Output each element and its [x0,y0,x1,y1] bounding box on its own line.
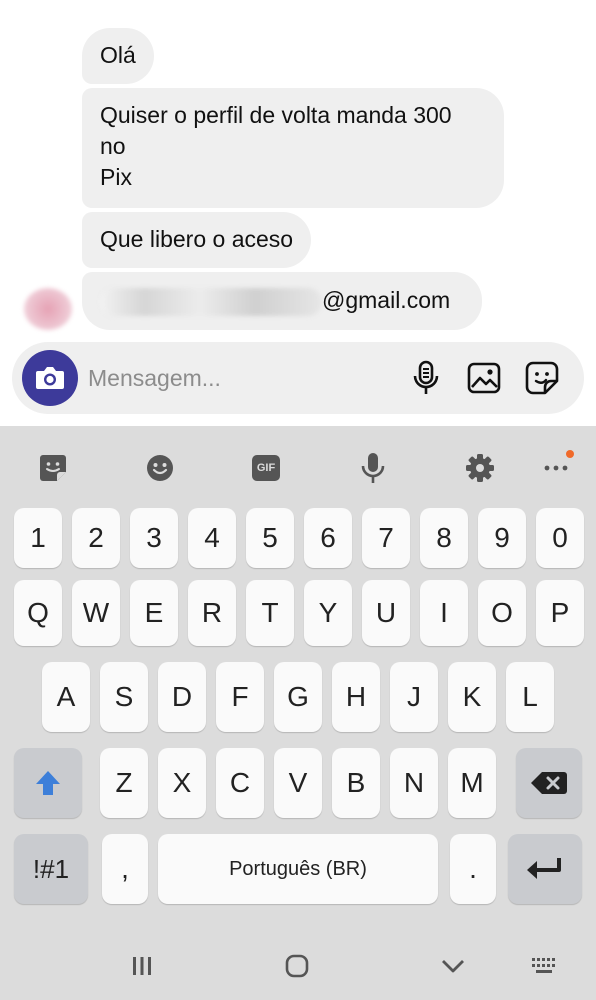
message-bubble[interactable]: Olá [82,28,154,84]
keyboard-settings-button[interactable] [460,448,500,488]
keyboard-more-button[interactable] [536,448,576,488]
message-input[interactable] [88,356,388,400]
keyboard-switch-button[interactable] [520,946,570,986]
key-l[interactable]: L [506,662,554,732]
home-button[interactable] [272,946,322,986]
recents-icon [133,957,151,975]
gear-icon [466,454,494,482]
sticker-button[interactable] [522,358,562,398]
key-1[interactable]: 1 [14,508,62,568]
key-4[interactable]: 4 [188,508,236,568]
key-i[interactable]: I [420,580,468,646]
key-r[interactable]: R [188,580,236,646]
key-a[interactable]: A [42,662,90,732]
hide-keyboard-button[interactable] [428,946,478,986]
key-h[interactable]: H [332,662,380,732]
key-m[interactable]: M [448,748,496,818]
enter-key[interactable] [508,834,582,904]
enter-arrow-icon [527,858,561,879]
key-v[interactable]: V [274,748,322,818]
camera-button[interactable] [22,350,78,406]
message-bubble[interactable]: Que libero o aceso [82,212,312,268]
microphone-icon [361,453,385,483]
key-o[interactable]: O [478,580,526,646]
key-d[interactable]: D [158,662,206,732]
keyboard-gif-button[interactable]: GIF [246,448,286,488]
key-u[interactable]: U [362,580,410,646]
key-b[interactable]: B [332,748,380,818]
message-bubble[interactable]: Quiser o perfil de volta manda 300 no Pi… [82,88,504,208]
image-icon [467,362,501,394]
message-bubble-email[interactable]: @gmail.com [82,272,482,330]
key-6[interactable]: 6 [304,508,352,568]
sticker-icon [40,455,66,481]
shift-arrow-icon [36,771,60,795]
on-screen-keyboard: GIF 1 2 3 4 5 6 7 8 9 0 Q W E R T Y U I … [0,426,596,1000]
key-3[interactable]: 3 [130,508,178,568]
key-0[interactable]: 0 [536,508,584,568]
key-f[interactable]: F [216,662,264,732]
more-icon [544,465,568,471]
camera-icon [36,367,64,389]
key-k[interactable]: K [448,662,496,732]
key-q[interactable]: Q [14,580,62,646]
backspace-icon [531,772,567,794]
message-composer [12,342,584,414]
voice-message-button[interactable] [406,358,446,398]
key-9[interactable]: 9 [478,508,526,568]
key-c[interactable]: C [216,748,264,818]
chevron-down-icon [442,960,464,973]
key-2[interactable]: 2 [72,508,120,568]
keyboard-voice-button[interactable] [353,448,393,488]
microphone-icon [413,360,439,394]
comma-key[interactable]: , [102,834,148,904]
key-5[interactable]: 5 [246,508,294,568]
key-x[interactable]: X [158,748,206,818]
symbols-key[interactable]: !#1 [14,834,88,904]
period-key[interactable]: . [450,834,496,904]
key-w[interactable]: W [72,580,120,646]
key-7[interactable]: 7 [362,508,410,568]
keyboard-icon [532,958,555,973]
shift-key[interactable] [14,748,82,818]
avatar[interactable] [24,288,72,330]
key-8[interactable]: 8 [420,508,468,568]
gallery-button[interactable] [464,358,504,398]
keyboard-sticker-button[interactable] [33,448,73,488]
email-domain-text: @gmail.com [322,287,451,313]
gif-icon: GIF [252,455,280,481]
keyboard-emoji-button[interactable] [140,448,180,488]
redacted-text [100,288,322,316]
notification-dot [566,450,574,458]
sticker-icon [525,361,559,395]
key-z[interactable]: Z [100,748,148,818]
emoji-icon [147,455,173,481]
key-j[interactable]: J [390,662,438,732]
key-n[interactable]: N [390,748,438,818]
recents-button[interactable] [117,946,167,986]
key-t[interactable]: T [246,580,294,646]
key-y[interactable]: Y [304,580,352,646]
key-g[interactable]: G [274,662,322,732]
home-icon [285,954,309,978]
key-p[interactable]: P [536,580,584,646]
space-key[interactable]: Português (BR) [158,834,438,904]
key-s[interactable]: S [100,662,148,732]
backspace-key[interactable] [516,748,582,818]
gif-label: GIF [256,462,276,474]
key-e[interactable]: E [130,580,178,646]
